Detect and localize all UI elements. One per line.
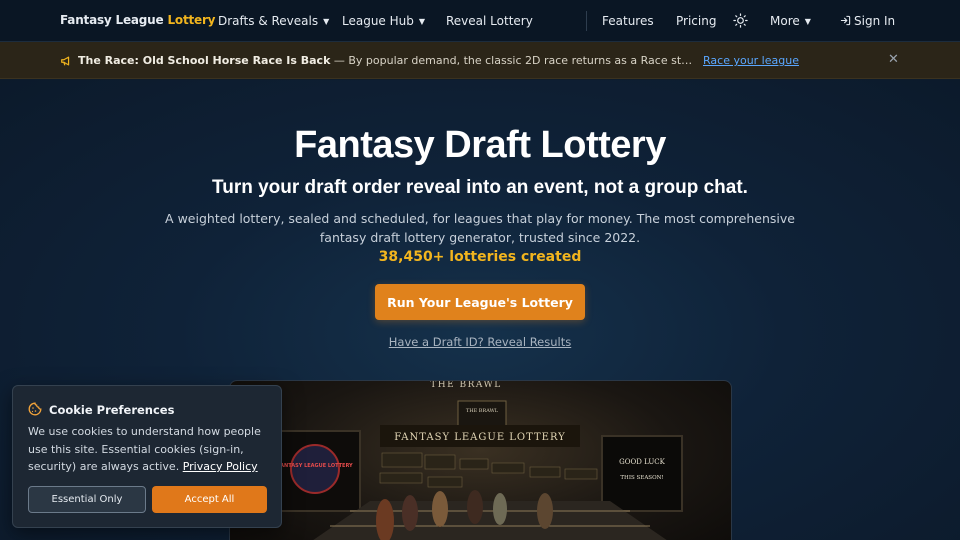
top-nav: Fantasy League Lottery Drafts & Reveals ▼… (0, 0, 960, 42)
small-sign-text: THE BRAWL (466, 408, 499, 414)
chevron-down-icon: ▼ (323, 17, 330, 26)
announcement-text: — By popular demand, the classic 2D race… (333, 54, 698, 67)
cookie-dialog: Cookie Preferences We use cookies to und… (12, 385, 282, 528)
arena-illustration: THE BRAWL THE BRAWL FANTASY LEAGUE LOTTE… (277, 381, 683, 540)
announcement-message: The Race: Old School Horse Race Is Back … (78, 54, 698, 67)
nav-sign-in-label: Sign In (854, 14, 896, 28)
hero-preview-image: THE BRAWL THE BRAWL FANTASY LEAGUE LOTTE… (229, 380, 732, 540)
cookie-body: We use cookies to understand how people … (28, 423, 273, 476)
megaphone-icon (61, 56, 70, 66)
accept-all-button[interactable]: Accept All (152, 486, 267, 513)
page-subtitle: Turn your draft order reveal into an eve… (212, 177, 748, 198)
nav-league-hub[interactable]: League Hub ▼ (342, 14, 425, 28)
left-screen-text: FANTASY LEAGUE LOTTERY (277, 463, 353, 469)
nav-reveal-lottery[interactable]: Reveal Lottery (446, 14, 533, 28)
essential-only-button[interactable]: Essential Only (28, 486, 146, 513)
small-sign (457, 400, 507, 430)
right-screen-line2: THIS SEASON! (620, 475, 663, 481)
nav-more-label: More (770, 14, 800, 28)
nav-pricing[interactable]: Pricing (676, 14, 716, 28)
reveal-results-link[interactable]: Have a Draft ID? Reveal Results (0, 335, 960, 349)
nav-more[interactable]: More ▼ (770, 14, 811, 28)
race-your-league-link[interactable]: Race your league (703, 54, 799, 67)
right-screen (601, 435, 683, 512)
nav-drafts-reveals-label: Drafts & Reveals (218, 14, 319, 28)
cookie-icon (28, 402, 42, 416)
page-title: Fantasy Draft Lottery (294, 124, 666, 166)
banner-text: FANTASY LEAGUE LOTTERY (394, 432, 566, 443)
close-icon[interactable]: ✕ (888, 52, 899, 67)
sign-in-icon (840, 15, 851, 26)
nav-league-hub-label: League Hub (342, 14, 414, 28)
brand-logo[interactable]: Fantasy League Lottery (60, 13, 215, 27)
nav-drafts-reveals[interactable]: Drafts & Reveals ▼ (218, 14, 329, 28)
sun-icon[interactable] (733, 13, 748, 28)
hero-description: A weighted lottery, sealed and scheduled… (165, 211, 795, 245)
top-sign-text: THE BRAWL (430, 381, 502, 390)
announcement-title: The Race: Old School Horse Race Is Back (78, 54, 331, 67)
brand-main: Fantasy League (60, 13, 164, 27)
chevron-down-icon: ▼ (418, 17, 426, 26)
nav-features[interactable]: Features (602, 14, 654, 28)
announcement-bar: The Race: Old School Horse Race Is Back … (0, 42, 960, 79)
cookie-title: Cookie Preferences (49, 403, 175, 417)
run-lottery-button[interactable]: Run Your League's Lottery (375, 284, 585, 320)
left-screen-logo (290, 444, 340, 494)
right-screen-line1: GOOD LUCK (619, 458, 665, 466)
chevron-down-icon: ▼ (804, 17, 811, 26)
brand-accent: Lottery (167, 13, 216, 27)
privacy-policy-link[interactable]: Privacy Policy (183, 460, 258, 473)
score-boards (379, 452, 598, 488)
nav-divider (586, 11, 587, 31)
lottery-count: 38,450+ lotteries created (378, 249, 582, 265)
nav-sign-in[interactable]: Sign In (840, 14, 895, 28)
